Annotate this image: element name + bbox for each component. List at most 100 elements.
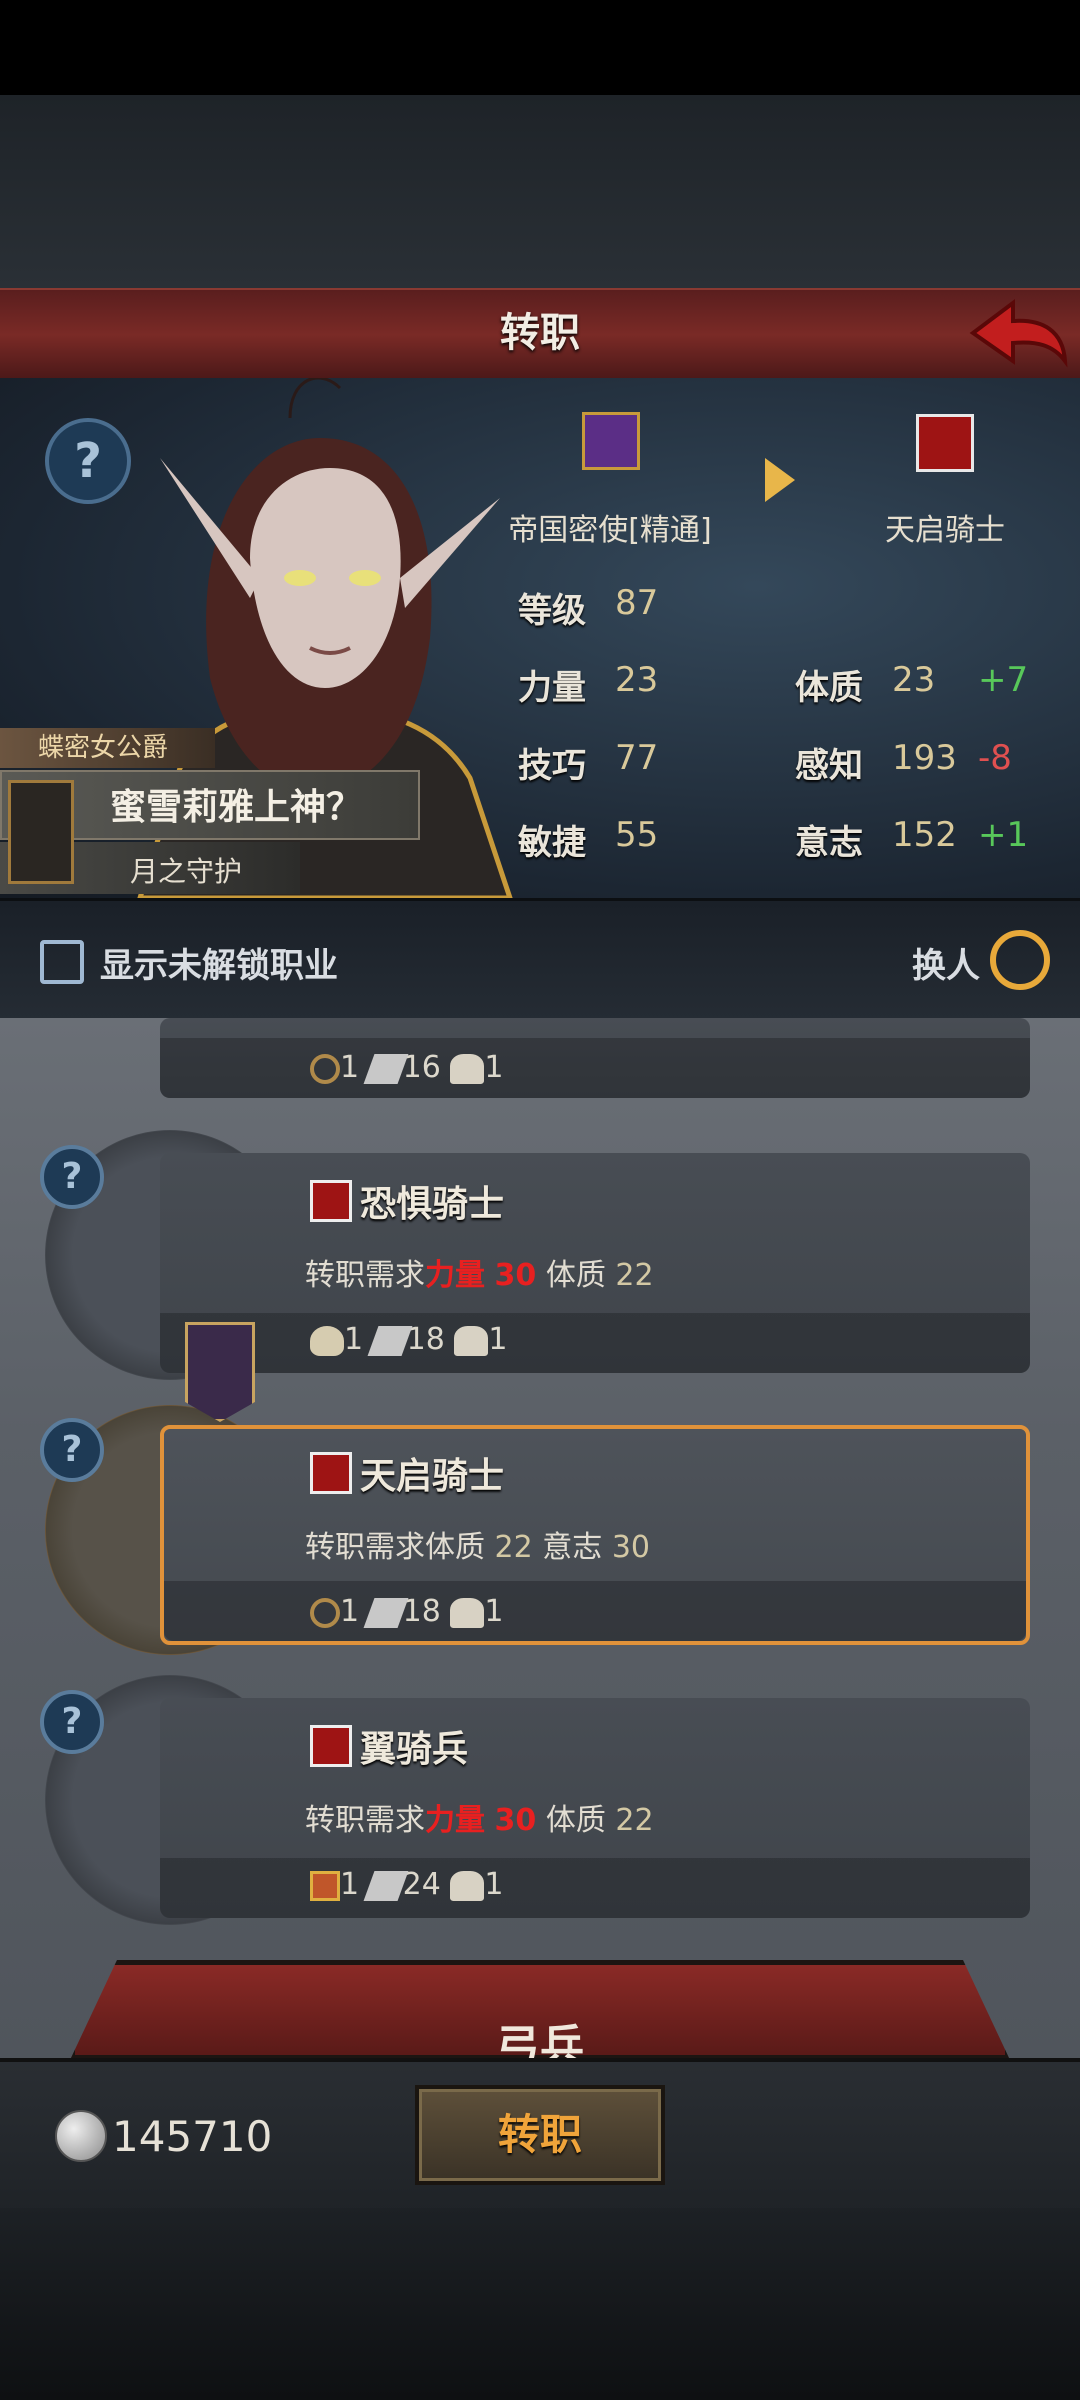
cost-value: 1 [488, 1322, 508, 1357]
background-top [0, 95, 1080, 290]
cost-value: 1 [484, 1867, 504, 1902]
stat-label-will: 意志 [795, 823, 863, 863]
stat-value-level: 87 [615, 583, 659, 623]
knight-class-icon [310, 1725, 352, 1767]
stat-label-constitution: 体质 [795, 668, 863, 708]
job-requirement: 转职需求体质 22 意志 30 [305, 1522, 650, 1566]
cost-value: 1 [484, 1050, 504, 1085]
cost-row-text: 1 24 1 [310, 1867, 503, 1902]
req-label: 体质 [545, 1258, 606, 1293]
ingot-icon [363, 1597, 409, 1628]
req-value: 30 [494, 1803, 537, 1838]
req-prefix: 转职需求 [305, 1258, 425, 1293]
cost-value: 1 [340, 1594, 360, 1629]
knight-class-icon [310, 1452, 352, 1494]
cost-value: 1 [484, 1594, 504, 1629]
help-button[interactable]: ? [40, 1145, 104, 1209]
cost-row [160, 1038, 1030, 1098]
switch-character-label[interactable]: 换人 [912, 938, 980, 987]
currency-value: 145710 [112, 2112, 273, 2161]
cost-row [164, 1581, 1026, 1641]
target-class-icon [916, 414, 974, 472]
ring-icon [310, 1597, 340, 1628]
cost-row [160, 1313, 1030, 1373]
cost-value: 16 [402, 1050, 441, 1085]
character-name: 蜜雪莉雅上神？ [110, 787, 363, 828]
cost-value: 18 [402, 1594, 441, 1629]
skull-icon [310, 1325, 344, 1356]
stat-delta-constitution: +7 [978, 660, 1029, 700]
stat-label-strength: 力量 [518, 668, 586, 708]
job-name: 恐惧骑士 [360, 1184, 505, 1225]
horse-icon [454, 1325, 489, 1356]
target-class-name: 天启骑士 [885, 513, 1005, 548]
job-requirement: 转职需求力量 30 体质 22 [305, 1795, 654, 1839]
stat-label-agility: 敏捷 [518, 823, 586, 863]
ring-icon [310, 1053, 340, 1084]
job-card[interactable] [160, 1018, 1030, 1098]
cost-value: 1 [344, 1322, 364, 1357]
stat-value-strength: 23 [615, 660, 659, 700]
crest-icon [8, 780, 74, 884]
silver-coin-icon [55, 2110, 107, 2162]
ingot-icon [363, 1870, 409, 1901]
horse-icon [450, 1870, 485, 1901]
cost-row-text: 1 16 1 [310, 1050, 503, 1085]
help-button[interactable]: ? [40, 1418, 104, 1482]
cost-row-text: 1 18 1 [310, 1322, 507, 1357]
req-value: 22 [494, 1530, 533, 1565]
switch-character-icon[interactable] [990, 930, 1050, 990]
arrow-right-icon [765, 458, 795, 502]
req-label: 力量 [425, 1803, 485, 1838]
back-arrow-icon[interactable] [965, 295, 1070, 370]
selected-banner-icon [185, 1322, 255, 1422]
show-locked-label[interactable]: 显示未解锁职业 [100, 938, 338, 987]
character-title-tag: 蝶密女公爵 [0, 728, 215, 768]
cost-value: 18 [406, 1322, 445, 1357]
job-name: 天启骑士 [360, 1456, 505, 1497]
help-button[interactable]: ? [45, 418, 131, 504]
req-label: 力量 [425, 1258, 485, 1293]
medal-icon [310, 1870, 340, 1901]
stat-value-will: 152 [892, 815, 957, 855]
req-prefix: 转职需求 [305, 1530, 425, 1565]
current-class-name: 帝国密使[精通] [508, 513, 712, 548]
show-locked-checkbox[interactable] [40, 940, 84, 984]
cost-value: 24 [402, 1867, 441, 1902]
req-prefix: 转职需求 [305, 1803, 425, 1838]
cost-row [160, 1858, 1030, 1918]
cost-value: 1 [340, 1050, 360, 1085]
confirm-button-label[interactable]: 转职 [415, 2085, 665, 2185]
cost-row-text: 1 18 1 [310, 1594, 503, 1629]
stat-value-agility: 55 [615, 815, 659, 855]
ingot-icon [367, 1325, 413, 1356]
current-class-icon [582, 412, 640, 470]
stat-delta-perception: -8 [978, 738, 1012, 778]
ingot-icon [363, 1053, 409, 1084]
stat-label-level: 等级 [518, 591, 586, 631]
stat-label-skill: 技巧 [518, 746, 586, 786]
character-subtitle: 月之守护 [130, 855, 243, 888]
horse-icon [450, 1597, 485, 1628]
knight-class-icon [310, 1180, 352, 1222]
req-label: 体质 [425, 1530, 485, 1565]
req-value: 22 [615, 1803, 654, 1838]
status-bar [0, 0, 1080, 95]
req-label: 意志 [542, 1530, 603, 1565]
stat-value-constitution: 23 [892, 660, 936, 700]
req-label: 体质 [545, 1803, 606, 1838]
page-title: 转职 [500, 310, 580, 356]
req-value: 22 [615, 1258, 654, 1293]
job-requirement: 转职需求力量 30 体质 22 [305, 1250, 654, 1294]
req-value: 30 [494, 1258, 537, 1293]
background-bottom [0, 2208, 1080, 2400]
cost-value: 1 [340, 1867, 360, 1902]
stat-label-perception: 感知 [795, 746, 863, 786]
req-value: 30 [611, 1530, 651, 1565]
help-button[interactable]: ? [40, 1690, 104, 1754]
stat-value-perception: 193 [892, 738, 957, 778]
job-name: 翼骑兵 [360, 1729, 469, 1770]
horse-icon [450, 1053, 485, 1084]
stat-value-skill: 77 [615, 738, 659, 778]
stat-delta-will: +1 [978, 815, 1029, 855]
